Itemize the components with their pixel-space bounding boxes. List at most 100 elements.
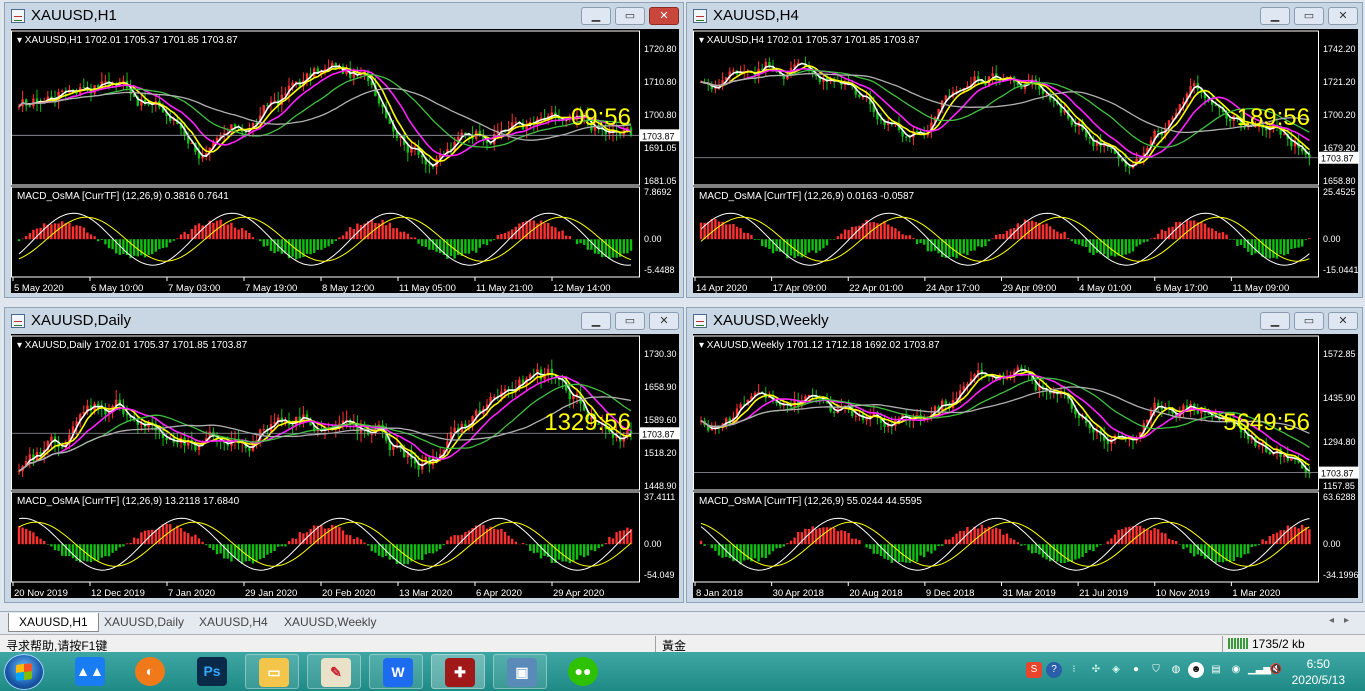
macd-histogram-bar bbox=[1293, 239, 1297, 249]
metatrader-icon[interactable]: ✚ bbox=[431, 654, 485, 689]
macd-histogram-bar bbox=[417, 239, 420, 244]
cube-icon[interactable]: ◈ bbox=[1108, 662, 1124, 678]
tab-xauusd-daily[interactable]: XAUUSD,Daily bbox=[94, 613, 194, 632]
minimize-button[interactable]: ▁ bbox=[581, 7, 611, 25]
macd-histogram-bar bbox=[403, 231, 406, 240]
macd-histogram-bar bbox=[797, 531, 800, 545]
macd-histogram-bar bbox=[1290, 239, 1293, 249]
macd-histogram-bar bbox=[39, 538, 42, 545]
tab-xauusd-weekly[interactable]: XAUUSD,Weekly bbox=[274, 613, 386, 632]
macd-histogram-bar bbox=[158, 239, 161, 250]
chart-info-text: ▾ XAUUSD,H4 1702.01 1705.37 1701.85 1703… bbox=[699, 35, 920, 46]
chart-area[interactable]: ▾ XAUUSD,H4 1702.01 1705.37 1701.85 1703… bbox=[693, 29, 1360, 295]
system-clock[interactable]: 6:50 2020/5/13 bbox=[1292, 656, 1345, 688]
chart-window-h4[interactable]: XAUUSD,H4 ▁ ▭ ✕ ▾ XAUUSD,H4 1702.01 1705… bbox=[686, 2, 1363, 298]
tencent-meeting-icon[interactable]: ▲▲ bbox=[62, 654, 116, 689]
folder-icon[interactable]: ▭ bbox=[245, 654, 299, 689]
macd-histogram-bar bbox=[230, 222, 233, 240]
chart-window-icon bbox=[693, 314, 707, 328]
macd-histogram-bar bbox=[714, 544, 717, 551]
monitor-icon[interactable]: ▤ bbox=[1208, 662, 1224, 678]
wechat-icon[interactable]: ●● bbox=[555, 654, 609, 689]
tab-xauusd-h4[interactable]: XAUUSD,H4 bbox=[189, 613, 278, 632]
wps-icon[interactable]: W bbox=[369, 654, 423, 689]
maximize-button[interactable]: ▭ bbox=[615, 7, 645, 25]
macd-histogram-bar bbox=[467, 239, 471, 254]
app-tray-icon[interactable]: ◍ bbox=[1168, 662, 1184, 678]
macd-histogram-bar bbox=[717, 221, 721, 240]
macd-histogram-bar bbox=[572, 544, 575, 562]
macd-histogram-bar bbox=[1067, 238, 1070, 240]
window-titlebar[interactable]: XAUUSD,H4 ▁ ▭ ✕ bbox=[687, 3, 1362, 29]
price-chart[interactable]: ▾ XAUUSD,Weekly 1701.12 1712.18 1692.02 … bbox=[693, 334, 1360, 600]
bar-countdown: 1329:56 bbox=[544, 409, 631, 436]
macd-histogram-bar bbox=[1049, 226, 1052, 240]
candle-body bbox=[514, 121, 517, 123]
signal-bars-icon[interactable]: ▁▃▅ bbox=[1248, 662, 1271, 678]
network-globe-icon[interactable]: ✣ bbox=[1088, 662, 1104, 678]
price-chart[interactable]: ▾ XAUUSD,H4 1702.01 1705.37 1701.85 1703… bbox=[693, 29, 1360, 295]
maximize-button[interactable]: ▭ bbox=[1294, 7, 1324, 25]
chart-window-weekly[interactable]: XAUUSD,Weekly ▁ ▭ ✕ ▾ XAUUSD,Weekly 1701… bbox=[686, 307, 1363, 603]
image-viewer-icon[interactable]: ▣ bbox=[493, 654, 547, 689]
macd-histogram-bar bbox=[1283, 239, 1286, 256]
price-scale-label: 1518.20 bbox=[644, 448, 677, 458]
minimize-button[interactable]: ▁ bbox=[581, 312, 611, 330]
tray-app-icon[interactable]: ◉ bbox=[1228, 662, 1244, 678]
price-chart[interactable]: ▾ XAUUSD,Daily 1702.01 1705.37 1701.85 1… bbox=[11, 334, 681, 600]
chart-window-h1[interactable]: XAUUSD,H1 ▁ ▭ ✕ ▾ XAUUSD,H1 1702.01 1705… bbox=[4, 2, 684, 298]
tab-xauusd-h1[interactable]: XAUUSD,H1 bbox=[8, 613, 99, 632]
window-titlebar[interactable]: XAUUSD,Weekly ▁ ▭ ✕ bbox=[687, 308, 1362, 334]
time-axis-label: 20 Aug 2018 bbox=[849, 588, 902, 599]
close-button[interactable]: ✕ bbox=[649, 7, 679, 25]
start-button[interactable] bbox=[4, 654, 44, 690]
macd-histogram-bar bbox=[843, 229, 847, 240]
chart-window-daily[interactable]: XAUUSD,Daily ▁ ▭ ✕ ▾ XAUUSD,Daily 1702.0… bbox=[4, 307, 684, 603]
time-axis-label: 14 Apr 2020 bbox=[696, 283, 747, 294]
macd-histogram-bar bbox=[341, 235, 345, 240]
tab-scroll-arrows[interactable]: ◂▸ bbox=[1329, 615, 1359, 626]
macd-histogram-bar bbox=[753, 544, 757, 559]
close-button[interactable]: ✕ bbox=[1328, 7, 1358, 25]
macd-histogram-bar bbox=[1164, 533, 1167, 545]
close-button[interactable]: ✕ bbox=[649, 312, 679, 330]
close-button[interactable]: ✕ bbox=[1328, 312, 1358, 330]
macd-histogram-bar bbox=[847, 533, 850, 545]
help-icon[interactable]: ? bbox=[1046, 662, 1062, 678]
candle-body bbox=[370, 433, 373, 435]
chart-area[interactable]: ▾ XAUUSD,Daily 1702.01 1705.37 1701.85 1… bbox=[11, 334, 681, 600]
minimize-button[interactable]: ▁ bbox=[1260, 7, 1290, 25]
minimize-button[interactable]: ▁ bbox=[1260, 312, 1290, 330]
tray-chevron-icon[interactable]: ⁝ bbox=[1066, 662, 1082, 678]
macd-histogram-bar bbox=[161, 239, 165, 249]
chart-area[interactable]: ▾ XAUUSD,Weekly 1701.12 1712.18 1692.02 … bbox=[693, 334, 1360, 600]
candle-body bbox=[1283, 134, 1286, 136]
macd-scale-label: 7.8692 bbox=[644, 187, 672, 197]
window-titlebar[interactable]: XAUUSD,H1 ▁ ▭ ✕ bbox=[5, 3, 683, 29]
time-axis-label: 7 May 19:00 bbox=[245, 283, 297, 294]
chart-area[interactable]: ▾ XAUUSD,H1 1702.01 1705.37 1701.85 1703… bbox=[11, 29, 681, 295]
time-axis-label: 11 May 21:00 bbox=[476, 283, 533, 294]
qq-icon[interactable]: ☻ bbox=[1188, 662, 1204, 678]
macd-histogram-bar bbox=[529, 220, 532, 240]
maximize-button[interactable]: ▭ bbox=[615, 312, 645, 330]
price-chart[interactable]: ▾ XAUUSD,H1 1702.01 1705.37 1701.85 1703… bbox=[11, 29, 681, 295]
map-app-icon[interactable]: ✎ bbox=[307, 654, 361, 689]
window-titlebar[interactable]: XAUUSD,Daily ▁ ▭ ✕ bbox=[5, 308, 683, 334]
macd-histogram-bar bbox=[707, 222, 710, 240]
macd-histogram-bar bbox=[1005, 230, 1009, 240]
volume-muted-icon[interactable]: 🔇 bbox=[1268, 662, 1284, 678]
macd-histogram-bar bbox=[1232, 544, 1235, 562]
wechat-tray-icon[interactable]: ● bbox=[1128, 662, 1144, 678]
macd-histogram-bar bbox=[349, 535, 352, 545]
candle-body bbox=[879, 119, 883, 121]
macd-histogram-bar bbox=[1196, 544, 1199, 555]
macd-histogram-bar bbox=[761, 544, 764, 558]
shield-icon[interactable]: ⛉ bbox=[1148, 662, 1164, 678]
sogou-ime-icon[interactable]: S bbox=[1026, 662, 1042, 678]
maximize-button[interactable]: ▭ bbox=[1294, 312, 1324, 330]
browser-icon[interactable]: ◐ bbox=[122, 654, 176, 689]
macd-histogram-bar bbox=[1308, 238, 1311, 240]
photoshop-icon[interactable]: Ps bbox=[184, 654, 238, 689]
macd-histogram-bar bbox=[991, 238, 994, 240]
